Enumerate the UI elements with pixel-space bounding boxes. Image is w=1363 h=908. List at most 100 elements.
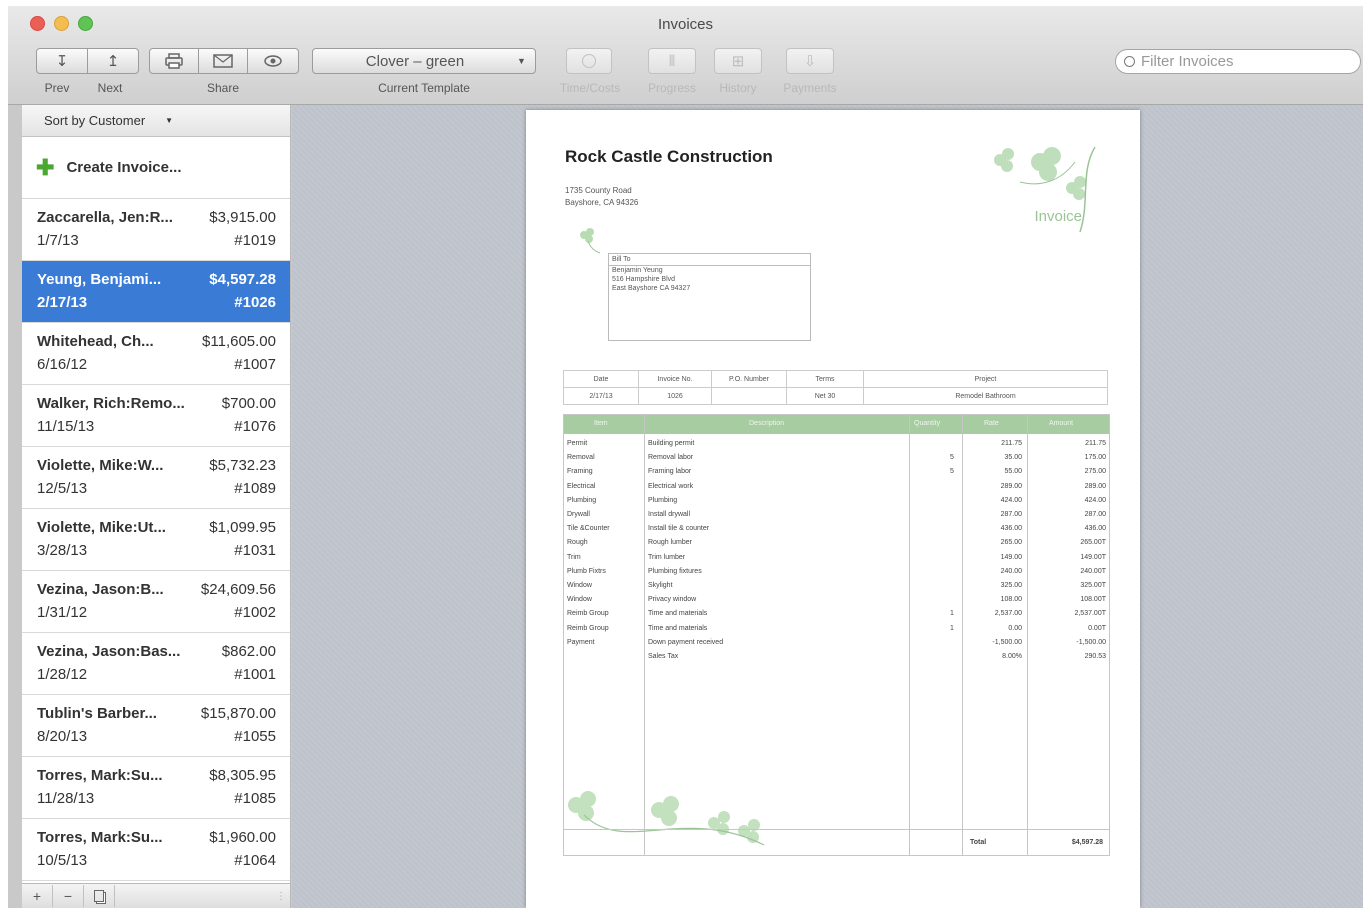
invoice-list-item[interactable]: Violette, Mike:Ut... $1,099.95 3/28/13 #… bbox=[22, 509, 290, 571]
history-button[interactable]: ⊞ bbox=[714, 48, 762, 74]
item-code: Drywall bbox=[567, 511, 590, 518]
invoice-list-item-selected[interactable]: Yeung, Benjami... $4,597.28 2/17/13 #102… bbox=[22, 261, 290, 323]
meta-value bbox=[711, 387, 787, 405]
invoice-list-item[interactable]: Violette, Mike:W... $5,732.23 12/5/13 #1… bbox=[22, 447, 290, 509]
duplicate-button[interactable] bbox=[84, 885, 115, 907]
remove-button[interactable]: − bbox=[53, 885, 84, 907]
arrow-up-icon: ↥ bbox=[106, 53, 120, 70]
search-field[interactable]: Filter Invoices bbox=[1115, 49, 1361, 74]
invoice-number: #1085 bbox=[234, 790, 276, 807]
item-code: Tile &Counter bbox=[567, 525, 610, 533]
column-header: Item bbox=[594, 420, 608, 427]
invoice-date: 2/17/13 bbox=[37, 294, 88, 311]
item-rate: 0.00 bbox=[1008, 624, 1022, 632]
invoice-number: #1026 bbox=[234, 294, 276, 311]
grid-icon: ⊞ bbox=[731, 53, 745, 70]
item-amount: -1,500.00 bbox=[1076, 638, 1106, 646]
invoice-amount: $11,605.00 bbox=[202, 333, 276, 350]
customer-name: Violette, Mike:W... bbox=[37, 457, 164, 474]
preview-button[interactable] bbox=[247, 48, 299, 74]
invoice-date: 1/28/12 bbox=[37, 666, 88, 683]
invoice-list-item[interactable]: Vezina, Jason:B... $24,609.56 1/31/12 #1… bbox=[22, 571, 290, 633]
bill-to-header: Bill To bbox=[609, 254, 810, 266]
invoice-heading: Invoice bbox=[1034, 208, 1082, 225]
item-code: Rough bbox=[567, 539, 588, 547]
prev-button[interactable]: ↧ bbox=[36, 48, 88, 74]
invoice-amount: $862.00 bbox=[221, 643, 276, 660]
template-label: Current Template bbox=[378, 81, 470, 95]
envelope-icon bbox=[213, 54, 233, 68]
title-bar: Invoices ↧ ↥ Prev Next Share Clover – gr… bbox=[8, 6, 1363, 105]
invoice-list-item[interactable]: Whitehead, Ch... $11,605.00 6/16/12 #100… bbox=[22, 323, 290, 385]
item-amount: 289.00 bbox=[1084, 482, 1106, 490]
invoice-number: #1031 bbox=[234, 542, 276, 559]
sort-label: Sort by Customer bbox=[44, 113, 146, 128]
item-amount: 325.00T bbox=[1080, 582, 1106, 589]
item-amount: 240.00T bbox=[1080, 567, 1106, 575]
customer-name: Vezina, Jason:Bas... bbox=[37, 643, 181, 660]
payments-label: Payments bbox=[783, 81, 837, 95]
clover-decoration-icon bbox=[994, 146, 1096, 233]
search-icon bbox=[1124, 56, 1135, 67]
progress-button[interactable]: ⫴ bbox=[648, 48, 696, 74]
column-header: Quantity bbox=[914, 420, 941, 427]
item-rate: 424.00 bbox=[1000, 496, 1022, 504]
resize-grip-icon[interactable]: ⋮ bbox=[276, 891, 290, 902]
invoice-number: #1076 bbox=[234, 418, 276, 435]
invoice-date: 1/31/12 bbox=[37, 604, 88, 621]
invoice-list-item[interactable]: Walker, Rich:Remo... $700.00 11/15/13 #1… bbox=[22, 385, 290, 447]
meta-value: Net 30 bbox=[786, 387, 864, 405]
duplicate-icon bbox=[94, 890, 104, 902]
item-quantity: 1 bbox=[950, 610, 954, 618]
item-rate: 436.00 bbox=[1000, 525, 1022, 533]
invoice-date: 10/5/13 bbox=[37, 852, 88, 869]
email-button[interactable] bbox=[198, 48, 248, 74]
invoice-list-item[interactable]: Vezina, Jason:Bas... $862.00 1/28/12 #10… bbox=[22, 633, 290, 695]
item-description: Privacy window bbox=[648, 596, 697, 604]
payments-button[interactable]: ⇩ bbox=[786, 48, 834, 74]
sort-dropdown[interactable]: Sort by Customer ▼ bbox=[22, 105, 290, 137]
item-description: Install drywall bbox=[648, 511, 691, 518]
item-rate: 149.00 bbox=[1000, 553, 1022, 561]
invoice-amount: $4,597.28 bbox=[209, 271, 276, 288]
invoice-list-item[interactable]: Torres, Mark:Su... $8,305.95 11/28/13 #1… bbox=[22, 757, 290, 819]
customer-name: Violette, Mike:Ut... bbox=[37, 519, 166, 536]
customer-name: Tublin's Barber... bbox=[37, 705, 157, 722]
invoice-list-item[interactable]: Torres, Mark:Su... $1,960.00 10/5/13 #10… bbox=[22, 819, 290, 881]
add-button[interactable]: + bbox=[22, 885, 53, 907]
column-header: Description bbox=[749, 420, 785, 427]
item-amount: 265.00T bbox=[1080, 539, 1106, 547]
invoice-amount: $15,870.00 bbox=[200, 705, 276, 722]
window-title: Invoices bbox=[657, 16, 714, 33]
column-divider bbox=[909, 415, 910, 855]
item-code: Electrical bbox=[567, 482, 596, 490]
arrow-down-icon: ↧ bbox=[55, 53, 69, 70]
company-address-line: Bayshore, CA 94326 bbox=[565, 198, 639, 207]
item-quantity: 1 bbox=[950, 624, 954, 632]
prev-label: Prev bbox=[44, 81, 70, 95]
create-invoice-button[interactable]: ✚ Create Invoice... bbox=[22, 137, 290, 199]
item-description: Time and materials bbox=[648, 610, 708, 618]
customer-name: Yeung, Benjami... bbox=[37, 271, 162, 288]
item-amount: 287.00 bbox=[1084, 511, 1106, 518]
eye-icon bbox=[264, 55, 282, 67]
next-button[interactable]: ↥ bbox=[87, 48, 139, 74]
invoice-amount: $700.00 bbox=[221, 395, 276, 412]
print-button[interactable] bbox=[149, 48, 199, 74]
meta-header: Terms bbox=[786, 370, 864, 388]
item-description: Skylight bbox=[648, 582, 673, 589]
invoice-list-item[interactable]: Tublin's Barber... $15,870.00 8/20/13 #1… bbox=[22, 695, 290, 757]
item-description: Down payment received bbox=[648, 638, 724, 646]
next-label: Next bbox=[97, 81, 123, 95]
template-select[interactable]: Clover – green ▼ bbox=[312, 48, 536, 74]
meta-header: Invoice No. bbox=[638, 370, 712, 388]
customer-name: Walker, Rich:Remo... bbox=[37, 395, 185, 412]
customer-name: Torres, Mark:Su... bbox=[37, 829, 163, 846]
invoice-number: #1001 bbox=[234, 666, 276, 683]
time-costs-button[interactable] bbox=[566, 48, 612, 74]
invoice-list-item[interactable]: Zaccarella, Jen:R... $3,915.00 1/7/13 #1… bbox=[22, 199, 290, 261]
chevron-down-icon: ▼ bbox=[517, 56, 526, 66]
item-code: Framing bbox=[567, 468, 593, 476]
item-description: Electrical work bbox=[648, 482, 694, 490]
search-placeholder: Filter Invoices bbox=[1141, 53, 1234, 70]
